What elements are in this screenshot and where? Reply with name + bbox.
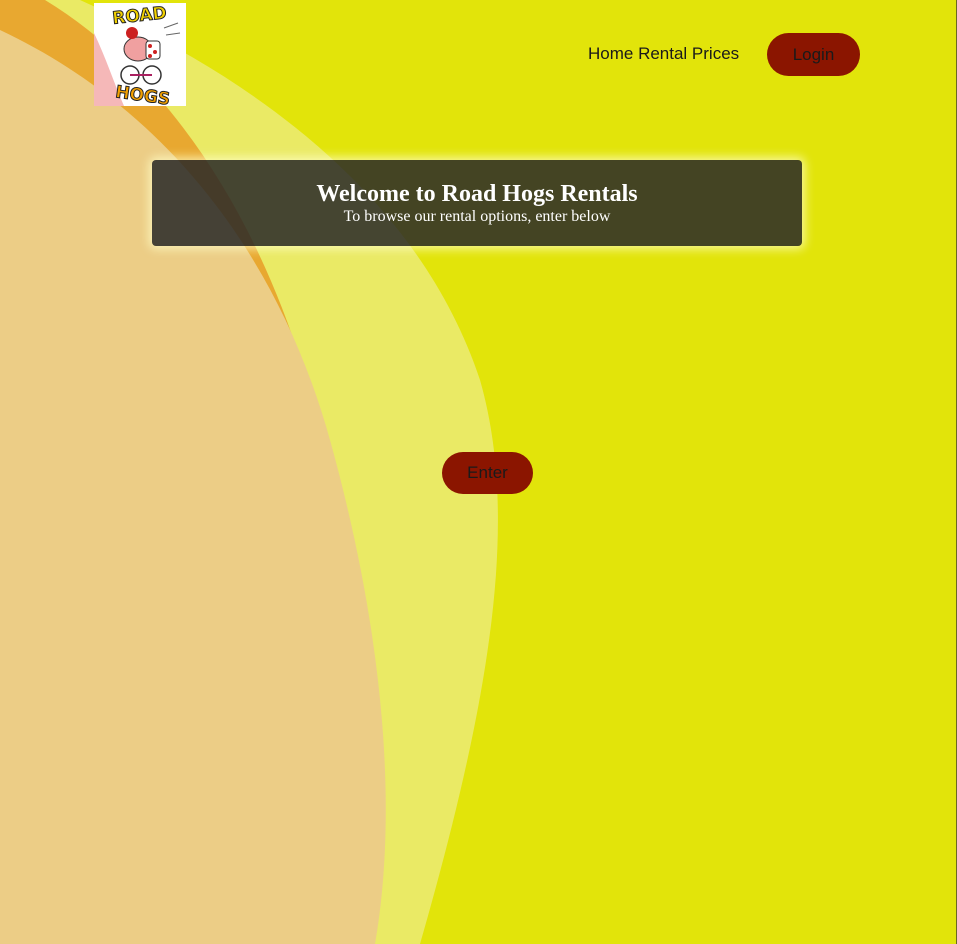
- welcome-banner: Welcome to Road Hogs Rentals To browse o…: [152, 160, 802, 246]
- road-hogs-logo[interactable]: ROAD HOGS: [94, 3, 186, 106]
- nav-home-rental-prices[interactable]: Home Rental Prices: [588, 43, 739, 65]
- enter-button[interactable]: Enter: [442, 452, 533, 494]
- page-title: Welcome to Road Hogs Rentals: [316, 181, 638, 207]
- login-button[interactable]: Login: [767, 33, 860, 76]
- page-subtitle: To browse our rental options, enter belo…: [343, 208, 611, 225]
